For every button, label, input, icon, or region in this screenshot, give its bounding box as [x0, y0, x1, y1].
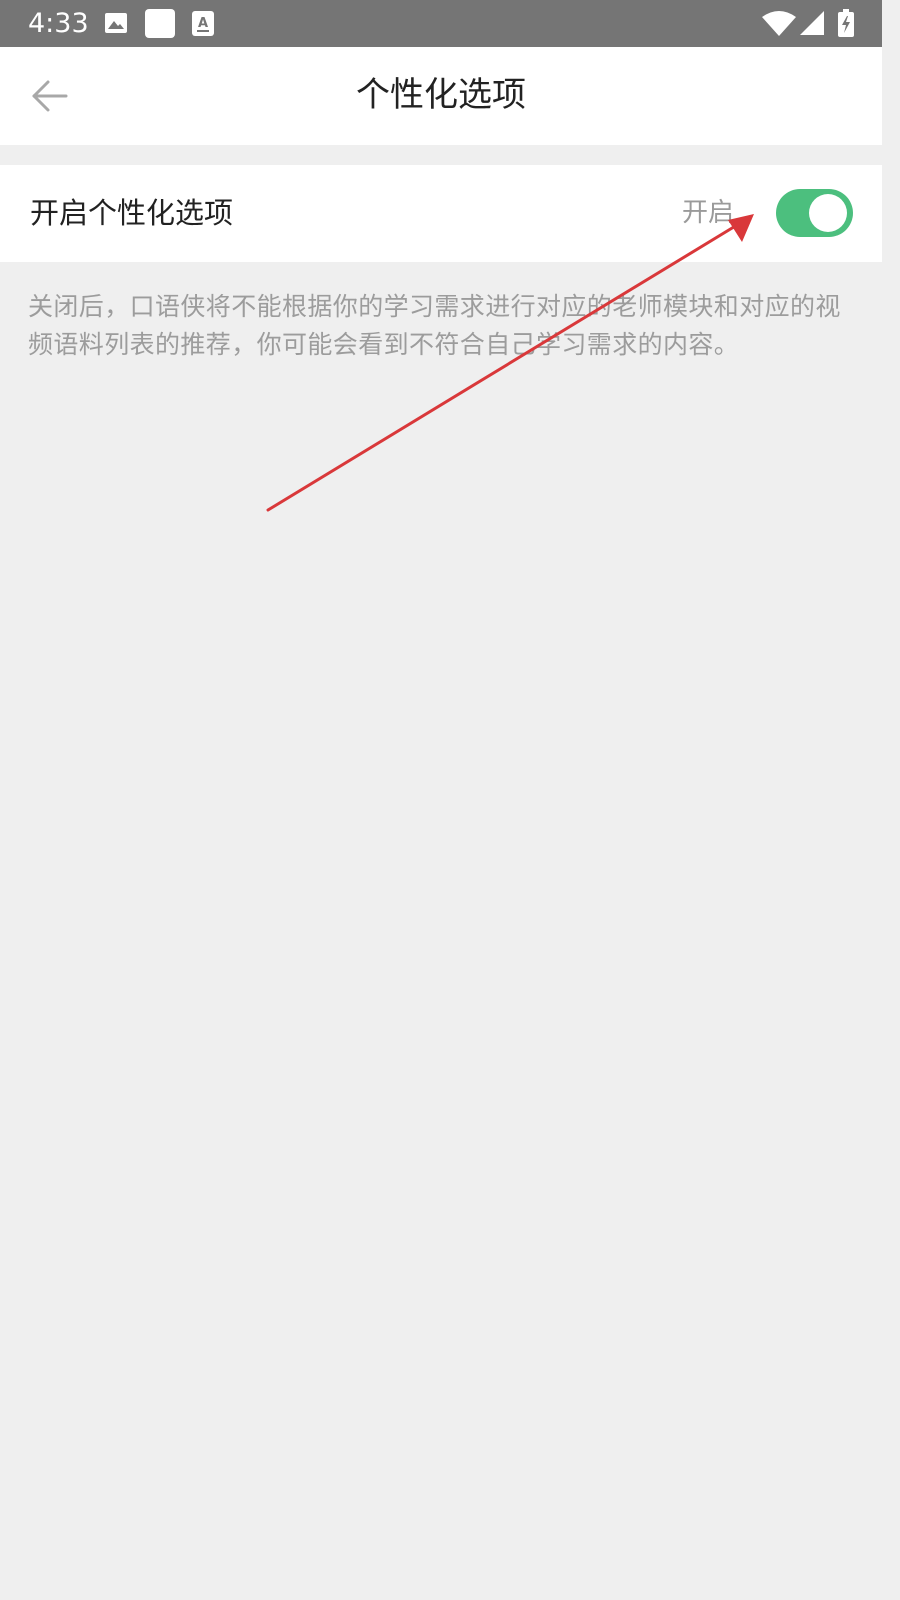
screen: 4:33 A 个性化选项 开启个性化选项 开启 关闭后，口语侠将不能根据你的学习… — [0, 0, 882, 1568]
personalization-toggle[interactable] — [776, 189, 853, 237]
toggle-knob — [809, 194, 847, 232]
signal-icon — [800, 11, 824, 39]
setting-description: 关闭后，口语侠将不能根据你的学习需求进行对应的老师模块和对应的视频语料列表的推荐… — [28, 292, 841, 359]
image-icon — [104, 12, 128, 38]
battery-charging-icon — [838, 9, 854, 41]
app-bar: 个性化选项 — [0, 47, 882, 145]
personalization-setting-row[interactable]: 开启个性化选项 开启 — [0, 165, 882, 262]
page-title: 个性化选项 — [356, 75, 526, 115]
setting-label: 开启个性化选项 — [30, 196, 234, 230]
status-time: 4:33 — [28, 8, 89, 39]
status-bar: 4:33 A — [0, 0, 882, 47]
svg-text:A: A — [198, 16, 208, 31]
setting-status-text: 开启 — [681, 198, 734, 228]
text-a-icon: A — [192, 11, 214, 40]
blank-square-icon — [145, 9, 175, 42]
wifi-icon — [762, 11, 796, 40]
